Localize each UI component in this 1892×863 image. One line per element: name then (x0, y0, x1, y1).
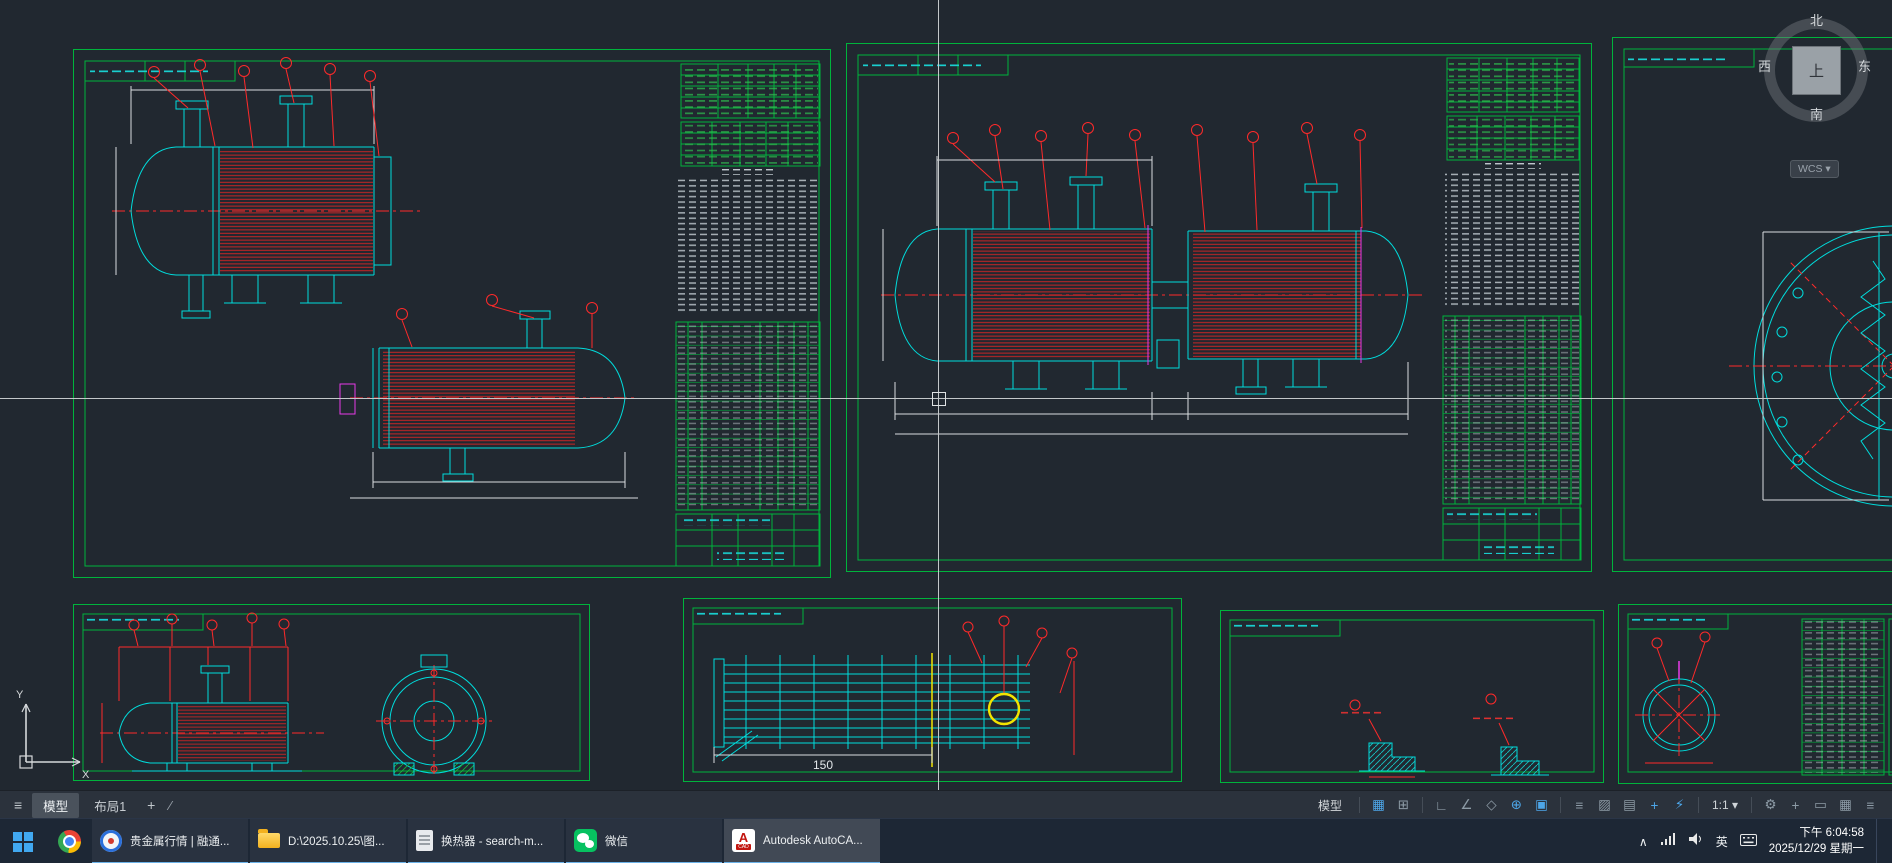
ucs-icon: Y X (8, 686, 92, 787)
autocad-icon: A CAD (732, 829, 755, 852)
taskbar-app-label: 微信 (605, 835, 628, 848)
touch-keyboard-icon[interactable] (1739, 833, 1757, 851)
view-cube-west-label[interactable]: 西 (1758, 56, 1771, 75)
statusbar-divider (1751, 797, 1752, 813)
view-cube-south-label[interactable]: 南 (1810, 104, 1823, 123)
drawing-sheet-g[interactable] (1617, 603, 1892, 785)
system-tray: ∧ 英 下午 6:04:58 2025/12/29 星期一 (1639, 819, 1892, 863)
ortho-icon[interactable]: ∟ (1430, 798, 1453, 813)
taskbar-app-explorer[interactable]: D:\2025.10.25\图... (250, 819, 406, 863)
windows-logo-icon (13, 831, 33, 852)
taskbar-app-label: D:\2025.10.25\图... (288, 835, 385, 848)
view-cube-top-face[interactable]: 上 (1792, 46, 1841, 95)
statusbar: ≡ 模型 布局1 + ∕ 模型 ▦ ⊞ ∟ ∠ ◇ ⊕ ▣ ≡ ▨ ▤ + ⚡ … (0, 790, 1892, 819)
start-button[interactable] (0, 819, 46, 863)
dimension-150-label: 150 (813, 758, 833, 772)
model-space-button[interactable]: 模型 (1308, 797, 1352, 814)
view-cube[interactable]: 上 北 东 南 西 (1758, 13, 1871, 134)
crosshair-pickbox (932, 392, 946, 406)
view-cube-east-label[interactable]: 东 (1858, 56, 1871, 75)
polar-tracking-icon[interactable]: ∠ (1455, 797, 1478, 813)
wechat-icon (574, 829, 597, 852)
annotation-add-icon[interactable]: + (1784, 798, 1807, 813)
taskbar-clock[interactable]: 下午 6:04:58 2025/12/29 星期一 (1769, 826, 1864, 857)
taskbar-app-autocad[interactable]: A CAD Autodesk AutoCA... (724, 819, 880, 863)
statusbar-divider (1421, 797, 1423, 813)
drawing-sheet-f[interactable] (1219, 609, 1605, 784)
annotation-scale-control[interactable]: 1:1 ▾ (1706, 798, 1744, 812)
ucs-y-label: Y (16, 689, 24, 701)
isodraft-icon[interactable]: ◇ (1480, 797, 1503, 813)
chrome-icon (57, 830, 81, 853)
grid-icon[interactable]: ▦ (1367, 797, 1390, 813)
annotation-monitor-icon[interactable]: ⚡ (1668, 797, 1691, 813)
statusbar-divider (1559, 797, 1561, 813)
lineweight-icon[interactable]: ≡ (1568, 798, 1591, 813)
snap-icon[interactable]: ⊞ (1392, 797, 1415, 813)
crosshair-horizontal (0, 398, 1892, 399)
taskbar-app-finance[interactable]: 贵金属行情 | 融通... (92, 819, 248, 863)
volume-icon[interactable] (1688, 832, 1704, 851)
customize-icon[interactable]: ≡ (1859, 798, 1882, 813)
browser-pinned-button[interactable] (46, 819, 92, 863)
statusbar-divider (1697, 797, 1699, 813)
ime-language-indicator[interactable]: 英 (1716, 833, 1728, 850)
osnap-tracking-icon[interactable]: ⊕ (1505, 797, 1528, 813)
tab-model[interactable]: 模型 (32, 792, 80, 818)
selection-cycling-icon[interactable]: ▤ (1618, 797, 1641, 813)
ui-layout-icon[interactable]: ▦ (1834, 797, 1857, 813)
taskbar-app-label: 贵金属行情 | 融通... (130, 835, 230, 848)
drawing-sheet-d[interactable] (72, 603, 591, 782)
wcs-dropdown[interactable]: WCS ▾ (1790, 160, 1839, 178)
drawing-sheet-e[interactable]: 150 (682, 597, 1183, 783)
taskbar-app-label: 换热器 - search-m... (441, 835, 544, 848)
layout-menu-icon[interactable]: ≡ (8, 797, 28, 813)
drawing-sheet-a[interactable] (72, 48, 832, 579)
show-desktop-button[interactable] (1876, 819, 1882, 863)
tab-layout1[interactable]: 布局1 (83, 793, 137, 818)
ucs-x-label: X (82, 769, 90, 781)
workspace-gear-icon[interactable]: ⚙ (1759, 797, 1782, 813)
taskbar-app-search[interactable]: 换热器 - search-m... (408, 819, 564, 863)
view-cube-north-label[interactable]: 北 (1810, 10, 1823, 29)
finance-app-icon (100, 829, 122, 852)
network-icon[interactable] (1660, 832, 1676, 851)
windows-taskbar: 贵金属行情 | 融通... D:\2025.10.25\图... 换热器 - s… (0, 818, 1892, 863)
new-layout-button[interactable]: + (141, 797, 161, 813)
taskbar-app-label: Autodesk AutoCA... (763, 834, 863, 847)
autocad-desktop: 150 上 北 东 南 西 WCS ▾ Y X ≡ 模型 布局1 + ∕ 模型 … (0, 0, 1892, 863)
drawing-sheet-b[interactable] (845, 42, 1593, 573)
document-icon (416, 830, 433, 851)
osnap-icon[interactable]: ▣ (1530, 797, 1553, 813)
statusbar-divider (1358, 797, 1360, 813)
folder-icon (258, 829, 280, 848)
dynamic-input-icon[interactable]: + (1643, 798, 1666, 813)
clock-time: 下午 6:04:58 (1799, 826, 1864, 839)
transparency-icon[interactable]: ▨ (1593, 797, 1616, 813)
hardware-graphics-icon[interactable]: ▭ (1809, 797, 1832, 813)
layout-slash-icon: ∕ (169, 797, 172, 813)
clock-date: 2025/12/29 星期一 (1768, 842, 1864, 855)
taskbar-app-wechat[interactable]: 微信 (566, 819, 722, 863)
tray-chevron-icon[interactable]: ∧ (1639, 835, 1648, 849)
